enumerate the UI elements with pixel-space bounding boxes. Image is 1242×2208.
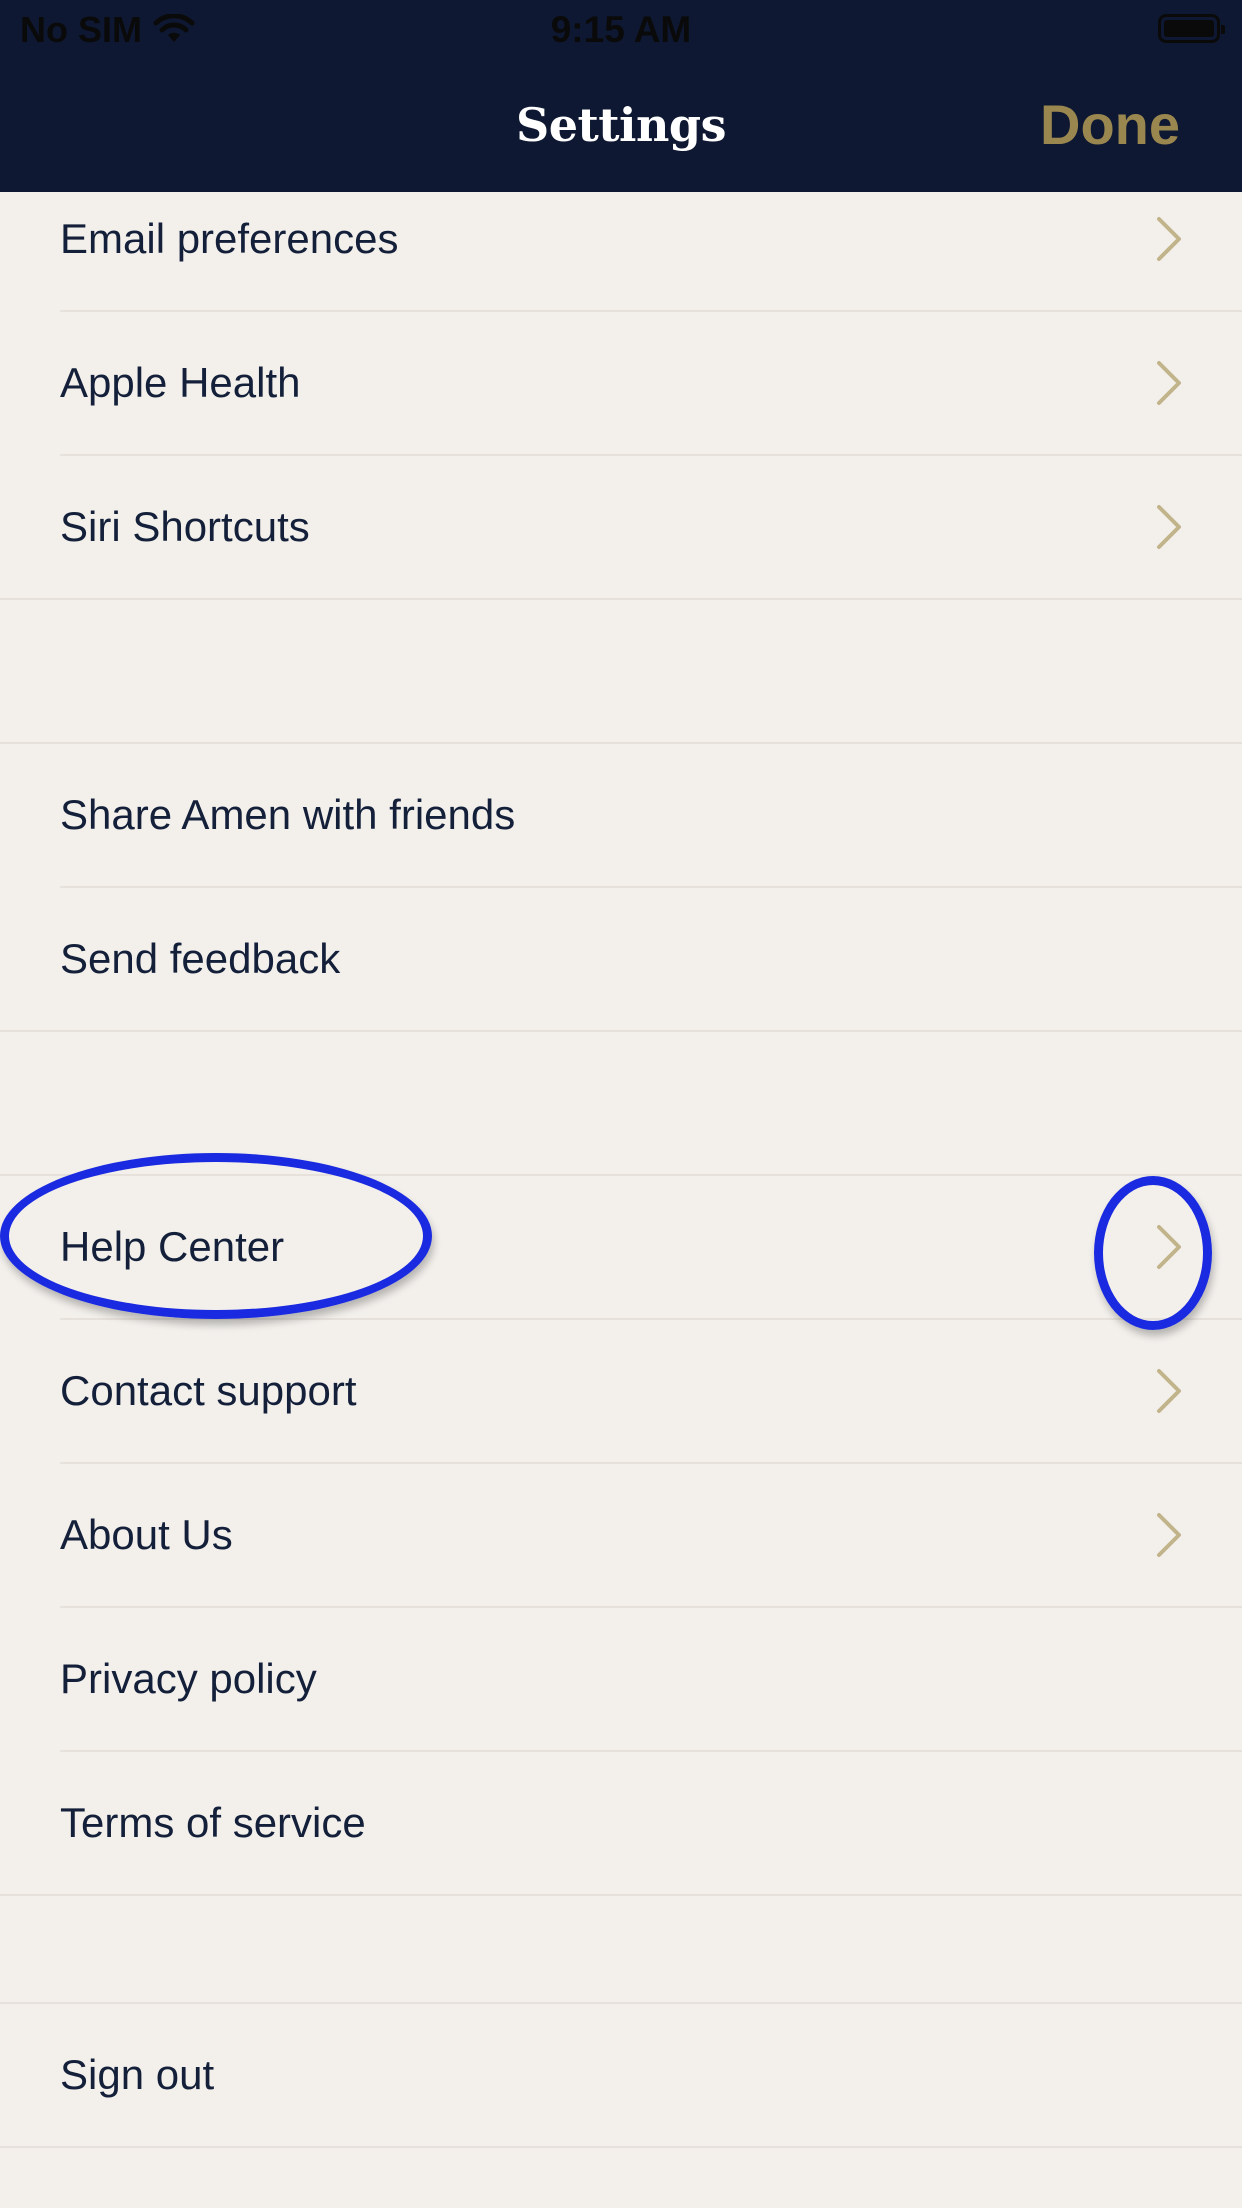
chevron-right-icon [1157,1513,1181,1557]
settings-row-terms-of-service[interactable]: Terms of service [0,1751,1242,1894]
settings-row-label: Email preferences [60,215,399,262]
status-time: 9:15 AM [550,9,692,50]
help-center-chevron-highlight-annotation [1094,1176,1212,1330]
row-divider [0,598,1242,600]
row-divider [0,2146,1242,2148]
battery-icon [1158,14,1225,43]
settings-row-privacy-policy[interactable]: Privacy policy [0,1607,1242,1750]
settings-row-sign-out[interactable]: Sign out [0,2003,1242,2146]
settings-row-contact-support[interactable]: Contact support [0,1319,1242,1462]
settings-row-siri-shortcuts[interactable]: Siri Shortcuts [0,455,1242,598]
settings-row-label: Terms of service [60,1799,366,1846]
settings-row-label: Siri Shortcuts [60,503,310,550]
chevron-right-icon [1157,505,1181,549]
settings-row-label: Privacy policy [60,1655,317,1702]
settings-row-about-us[interactable]: About Us [0,1463,1242,1606]
row-divider [0,1030,1242,1032]
settings-row-label: Share Amen with friends [60,791,516,838]
done-button[interactable]: Done [1040,92,1180,157]
chevron-right-icon [1157,361,1181,405]
settings-row-label: About Us [60,1511,233,1558]
settings-row-label: Send feedback [60,935,341,982]
chevron-right-icon [1157,217,1181,261]
chevron-right-icon [1157,1369,1181,1413]
settings-row-email-preferences[interactable]: Email preferences [0,167,1242,310]
settings-row-label: Sign out [60,2051,215,2098]
settings-row-label: Contact support [60,1367,357,1414]
status-bar: No SIM 9:15 AM [0,0,1242,58]
settings-row-share-amen-with-friends[interactable]: Share Amen with friends [0,743,1242,886]
help-center-highlight-annotation [0,1153,432,1319]
settings-row-apple-health[interactable]: Apple Health [0,311,1242,454]
row-divider [0,1894,1242,1896]
settings-row-label: Apple Health [60,359,301,406]
settings-row-send-feedback[interactable]: Send feedback [0,887,1242,1030]
